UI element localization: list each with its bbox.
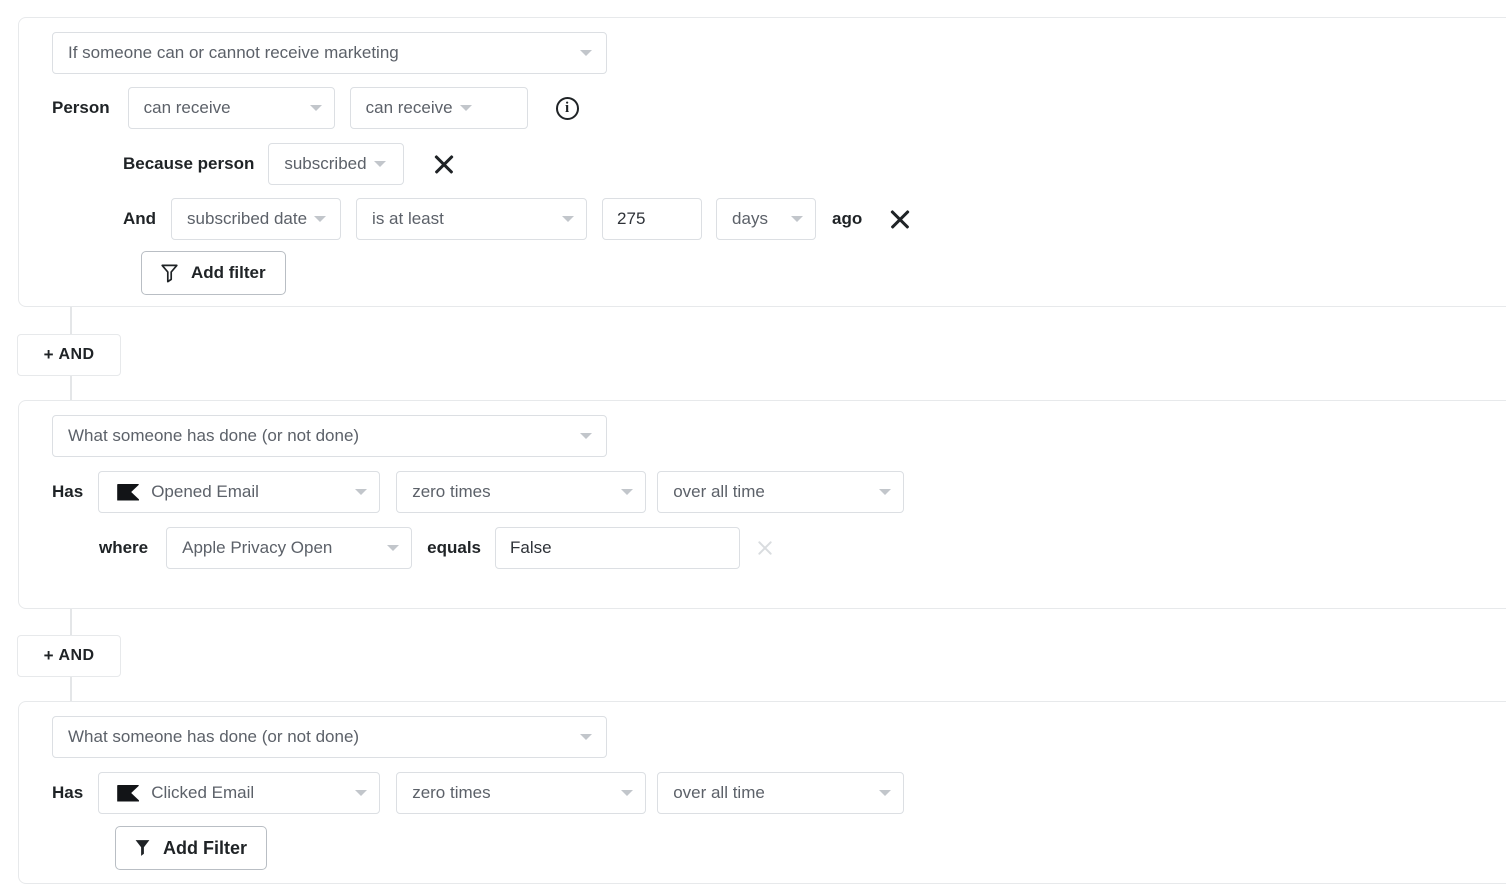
condition-type-select-value: If someone can or cannot receive marketi… — [68, 43, 399, 63]
timeframe-select-opened-email-value: over all time — [673, 482, 765, 502]
email-icon — [117, 785, 139, 802]
condition-type-row: What someone has done (or not done) — [52, 415, 607, 457]
condition-type-select[interactable]: What someone has done (or not done) — [52, 716, 607, 758]
because-person-label: Because person — [123, 154, 254, 174]
has-metric-row: Has Clicked Email zero times over all ti… — [52, 772, 904, 814]
person-channel-select[interactable]: can receive — [350, 87, 528, 129]
equals-label: equals — [427, 538, 481, 558]
chevron-down-icon — [879, 489, 891, 495]
has-label: Has — [52, 482, 83, 502]
condition-type-select[interactable]: If someone can or cannot receive marketi… — [52, 32, 607, 74]
date-unit-select[interactable]: days — [716, 198, 816, 240]
metric-select-opened-email[interactable]: Opened Email — [98, 471, 380, 513]
plus-icon: + — [44, 647, 54, 664]
condition-type-select-value: What someone has done (or not done) — [68, 426, 359, 446]
add-filter-button-clicked-email-label: Add Filter — [163, 838, 247, 859]
remove-where-filter-row-button[interactable] — [754, 535, 776, 561]
date-amount-input-value: 275 — [617, 209, 645, 229]
where-filter-row: where Apple Privacy Open equals False — [99, 527, 776, 569]
metric-select-opened-email-value: Opened Email — [151, 482, 259, 502]
info-icon[interactable]: i — [556, 97, 579, 120]
add-and-condition-button-1[interactable]: + AND — [17, 334, 121, 376]
chevron-down-icon — [387, 545, 399, 551]
date-amount-input[interactable]: 275 — [602, 198, 702, 240]
remove-and-subscribed-date-row-button[interactable] — [887, 206, 913, 232]
count-select-clicked-email-value: zero times — [412, 783, 490, 803]
has-metric-row: Has Opened Email zero times over all tim… — [52, 471, 904, 513]
chevron-down-icon — [621, 790, 633, 796]
condition-card-opened-email: What someone has done (or not done) Has … — [18, 400, 1506, 609]
and-label: And — [123, 209, 156, 229]
ago-label: ago — [832, 209, 862, 229]
has-label: Has — [52, 783, 83, 803]
chevron-down-icon — [355, 790, 367, 796]
because-person-row: Because person subscribed — [123, 143, 457, 185]
chevron-down-icon — [374, 161, 386, 167]
person-row: Person can receive can receive i — [52, 87, 579, 129]
condition-type-row: If someone can or cannot receive marketi… — [52, 32, 607, 74]
add-and-condition-button-2[interactable]: + AND — [17, 635, 121, 677]
date-operator-select-value: is at least — [372, 209, 444, 229]
add-filter-row-2: Add Filter — [115, 826, 267, 870]
add-filter-button-consent[interactable]: Add filter — [141, 251, 286, 295]
remove-because-person-row-button[interactable] — [431, 151, 457, 177]
add-filter-row-1: Add filter — [141, 251, 286, 295]
chevron-down-icon — [580, 734, 592, 740]
count-select-opened-email[interactable]: zero times — [396, 471, 646, 513]
chevron-down-icon — [460, 105, 472, 111]
condition-type-select[interactable]: What someone has done (or not done) — [52, 415, 607, 457]
chevron-down-icon — [879, 790, 891, 796]
add-filter-button-clicked-email[interactable]: Add Filter — [115, 826, 267, 870]
date-operator-select[interactable]: is at least — [356, 198, 587, 240]
chevron-down-icon — [310, 105, 322, 111]
filter-property-select[interactable]: Apple Privacy Open — [166, 527, 412, 569]
metric-select-clicked-email-value: Clicked Email — [151, 783, 254, 803]
date-unit-select-value: days — [732, 209, 768, 229]
chevron-down-icon — [791, 216, 803, 222]
person-consent-select[interactable]: can receive — [128, 87, 335, 129]
email-icon — [117, 484, 139, 501]
person-label: Person — [52, 98, 110, 118]
condition-type-row: What someone has done (or not done) — [52, 716, 607, 758]
where-label: where — [99, 538, 148, 558]
subscription-reason-select[interactable]: subscribed — [268, 143, 404, 185]
filter-property-select-value: Apple Privacy Open — [182, 538, 332, 558]
filter-value-input[interactable]: False — [495, 527, 740, 569]
count-select-clicked-email[interactable]: zero times — [396, 772, 646, 814]
timeframe-select-opened-email[interactable]: over all time — [657, 471, 904, 513]
chevron-down-icon — [562, 216, 574, 222]
timeframe-select-clicked-email[interactable]: over all time — [657, 772, 904, 814]
subscription-reason-select-value: subscribed — [284, 154, 366, 174]
add-filter-button-consent-label: Add filter — [191, 263, 266, 283]
filter-funnel-outline-icon — [161, 264, 178, 283]
person-channel-select-value: can receive — [366, 98, 453, 118]
condition-card-clicked-email: What someone has done (or not done) Has … — [18, 701, 1506, 884]
chevron-down-icon — [580, 50, 592, 56]
chevron-down-icon — [621, 489, 633, 495]
segment-builder-canvas: If someone can or cannot receive marketi… — [0, 0, 1506, 892]
filter-value-input-value: False — [510, 538, 552, 558]
chevron-down-icon — [580, 433, 592, 439]
info-icon-glyph: i — [565, 101, 569, 116]
date-field-select[interactable]: subscribed date — [171, 198, 341, 240]
and-subscribed-date-row: And subscribed date is at least 275 days… — [123, 198, 913, 240]
person-consent-select-value: can receive — [144, 98, 231, 118]
timeframe-select-clicked-email-value: over all time — [673, 783, 765, 803]
chevron-down-icon — [355, 489, 367, 495]
metric-select-clicked-email[interactable]: Clicked Email — [98, 772, 380, 814]
filter-funnel-solid-icon — [135, 839, 150, 857]
add-and-condition-button-1-label: AND — [59, 346, 95, 364]
add-and-condition-button-2-label: AND — [59, 647, 95, 665]
date-field-select-value: subscribed date — [187, 209, 307, 229]
condition-type-select-value: What someone has done (or not done) — [68, 727, 359, 747]
condition-card-marketing-consent: If someone can or cannot receive marketi… — [18, 17, 1506, 307]
count-select-opened-email-value: zero times — [412, 482, 490, 502]
plus-icon: + — [44, 346, 54, 363]
chevron-down-icon — [314, 216, 326, 222]
